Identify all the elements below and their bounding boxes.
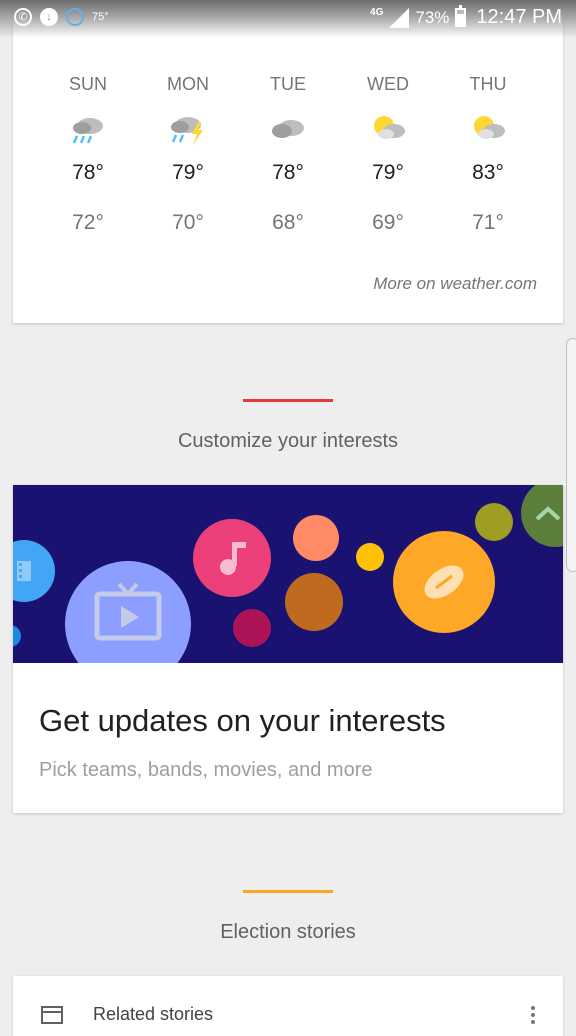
more-weather-link[interactable]: More on weather.com xyxy=(373,274,537,294)
status-bar-notifications: ✆ ↓ 75° xyxy=(14,8,109,26)
decorative-bubble xyxy=(356,543,384,571)
clock: 12:47 PM xyxy=(476,6,562,28)
forecast-day-name: THU xyxy=(469,74,507,94)
interests-card[interactable]: Get updates on your interests Pick teams… xyxy=(13,485,563,813)
interests-title: Get updates on your interests xyxy=(39,703,446,738)
forecast-day-name: MON xyxy=(167,74,209,94)
forecast-day-name: SUN xyxy=(68,74,107,94)
download-icon: ↓ xyxy=(40,8,58,26)
signal-icon xyxy=(389,7,410,28)
decorative-bubble xyxy=(293,515,339,561)
battery-percent: 73% xyxy=(415,7,450,27)
partly-sunny-icon xyxy=(468,112,508,146)
newspaper-icon xyxy=(41,1006,63,1024)
football-icon xyxy=(393,531,495,633)
decorative-bubble xyxy=(233,609,271,647)
forecast-day-name: WED xyxy=(367,74,409,94)
decorative-bubble xyxy=(285,573,343,631)
network-type: 4G xyxy=(370,7,384,18)
interests-subtitle: Pick teams, bands, movies, and more xyxy=(39,759,373,781)
more-vert-icon[interactable] xyxy=(531,1006,535,1024)
forecast-day: SUN 78° 72° xyxy=(48,72,128,237)
forecast-low: 68° xyxy=(272,211,304,234)
section-divider xyxy=(243,890,333,893)
edge-panel-handle[interactable] xyxy=(566,338,576,572)
forecast-low: 72° xyxy=(72,211,104,234)
status-temperature: 75° xyxy=(92,11,109,23)
weather-status-icon xyxy=(66,8,84,26)
section-title-customize: Customize your interests xyxy=(177,430,399,452)
status-bar: ✆ ↓ 75° 4G 73% 12:47 PM xyxy=(0,0,576,38)
music-note-icon xyxy=(193,519,271,597)
chevron-up-icon xyxy=(521,485,563,547)
tv-icon xyxy=(65,561,191,663)
forecast-low: 69° xyxy=(372,211,404,234)
weather-card[interactable]: SUN 78° 72° MON 79° 70° TUE 78° 68° WED … xyxy=(13,0,563,323)
weather-forecast: SUN 78° 72° MON 79° 70° TUE 78° 68° WED … xyxy=(48,72,528,237)
status-bar-system: 4G 73% 12:47 PM xyxy=(370,5,562,29)
forecast-low: 70° xyxy=(172,211,204,234)
forecast-high: 78° xyxy=(272,161,304,184)
forecast-high: 78° xyxy=(72,161,104,184)
battery-icon xyxy=(455,5,467,27)
decorative-bubble xyxy=(13,625,21,647)
whatsapp-icon: ✆ xyxy=(14,8,32,26)
section-divider xyxy=(243,399,333,402)
related-stories-label: Related stories xyxy=(93,1004,214,1024)
forecast-day: WED 79° 69° xyxy=(348,72,428,237)
film-icon xyxy=(13,540,55,602)
interests-banner xyxy=(13,485,563,663)
forecast-day: MON 79° 70° xyxy=(148,72,228,237)
partly-sunny-icon xyxy=(368,112,408,146)
decorative-bubble xyxy=(475,503,513,541)
battery-fill xyxy=(457,14,465,25)
forecast-day-name: TUE xyxy=(270,74,306,94)
forecast-high: 79° xyxy=(172,161,204,184)
forecast-high: 79° xyxy=(372,161,404,184)
rain-cloud-icon xyxy=(68,112,108,146)
cloudy-icon xyxy=(268,112,308,146)
related-stories-card[interactable]: Related stories xyxy=(13,976,563,1036)
thunderstorm-icon xyxy=(168,112,208,146)
forecast-low: 71° xyxy=(472,211,504,234)
forecast-day: THU 83° 71° xyxy=(448,72,528,237)
forecast-day: TUE 78° 68° xyxy=(248,72,328,237)
forecast-high: 83° xyxy=(472,161,504,184)
section-title-election: Election stories xyxy=(220,921,356,943)
